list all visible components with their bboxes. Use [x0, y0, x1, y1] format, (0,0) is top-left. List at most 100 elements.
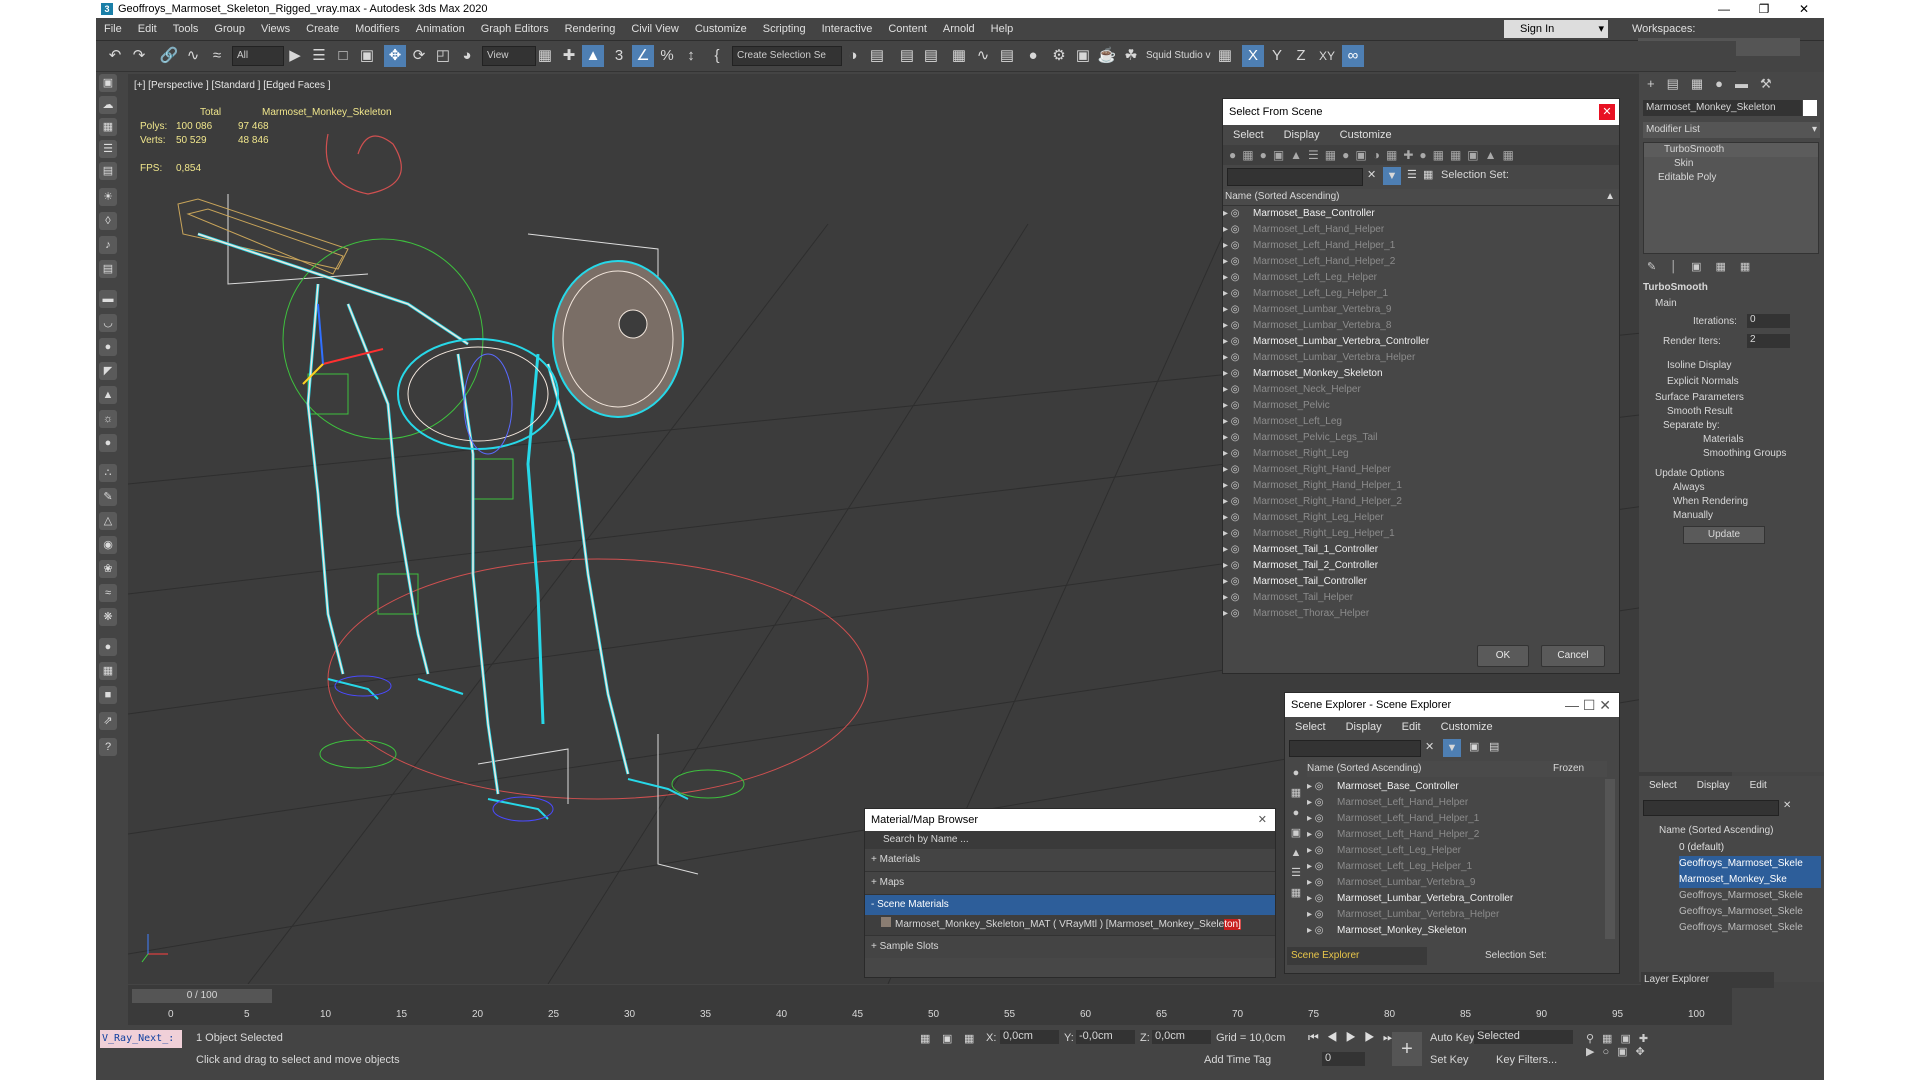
se-object-row[interactable]: ▸ ◎ Marmoset_Left_Hand_Helper — [1307, 795, 1597, 811]
mirror-icon[interactable]: ◑ — [842, 45, 864, 67]
sfs-object-row[interactable]: ▸ ◎ Marmoset_Right_Hand_Helper_2 — [1223, 494, 1619, 510]
visibility-icon[interactable]: ▸ ◎ — [1307, 843, 1337, 859]
sfs-object-row[interactable]: ▸ ◎ Marmoset_Pelvic_Legs_Tail — [1223, 430, 1619, 446]
visibility-icon[interactable]: ▸ ◎ — [1223, 590, 1253, 606]
object-color-swatch[interactable] — [1803, 100, 1817, 116]
scene-materials-section[interactable]: - Scene Materials — [865, 895, 1275, 915]
menu-customize[interactable]: Customize — [687, 18, 755, 40]
modifier-list-dropdown[interactable]: Modifier List ▾ — [1643, 122, 1820, 138]
layer-row[interactable]: 0 (default) — [1679, 840, 1821, 856]
sky-icon[interactable]: ● — [99, 434, 117, 452]
table-icon[interactable]: ▤ — [99, 162, 117, 180]
toggle-ribbon-icon[interactable]: ▦ — [948, 45, 970, 67]
dome-icon[interactable]: ◤ — [99, 362, 117, 380]
visibility-icon[interactable]: ▸ ◎ — [1223, 382, 1253, 398]
sfs-object-row[interactable]: ▸ ◎ Marmoset_Lumbar_Vertebra_Controller — [1223, 334, 1619, 350]
keyboard-shortcut-override-icon[interactable]: ▲ — [582, 45, 604, 67]
filter-icons-row[interactable]: ●▦●▣▲☰▦●▣◑▦✚●▦▦▣▲▦ — [1223, 145, 1619, 165]
material-search-input[interactable]: Search by Name ... — [865, 831, 1275, 849]
visibility-icon[interactable]: ▸ ◎ — [1307, 827, 1337, 843]
sfs-object-row[interactable]: ▸ ◎ Marmoset_Tail_1_Controller — [1223, 542, 1619, 558]
visibility-icon[interactable]: ▸ ◎ — [1307, 859, 1337, 875]
close-icon[interactable]: ✕ — [1784, 0, 1824, 18]
visibility-icon[interactable]: ▸ ◎ — [1223, 510, 1253, 526]
ts-isoline-checkbox[interactable]: Isoline Display — [1643, 360, 1817, 376]
le-search-input[interactable] — [1643, 800, 1779, 816]
visibility-icon[interactable]: ▸ ◎ — [1223, 414, 1253, 430]
squid-studio-label[interactable]: Squid Studio v — [1146, 50, 1211, 61]
command-panel-tabs[interactable]: +▤▦●▬⚒ — [1639, 72, 1824, 96]
ts-iterations-spinner[interactable]: 0 — [1747, 314, 1790, 328]
ts-render-iters-label[interactable]: Render Iters: — [1663, 336, 1721, 347]
proxy-icon[interactable]: ▦ — [99, 662, 117, 680]
film-icon[interactable]: ▤ — [99, 260, 117, 278]
align-icon[interactable]: ▤ — [866, 45, 888, 67]
ok-button[interactable]: OK — [1477, 645, 1529, 667]
menu-content[interactable]: Content — [880, 18, 935, 40]
cone-icon[interactable]: ▲ — [99, 386, 117, 404]
sfs-object-row[interactable]: ▸ ◎ Marmoset_Right_Leg — [1223, 446, 1619, 462]
select-scale-icon[interactable]: ◰ — [432, 45, 454, 67]
angle-snap-icon[interactable]: ∠ — [632, 45, 654, 67]
squid-icon[interactable]: ☘ — [1120, 45, 1142, 67]
material-entry[interactable]: Marmoset_Monkey_Skeleton_MAT ( VRayMtl )… — [865, 915, 1275, 935]
window-controls-icon[interactable]: — ☐ ✕ — [1565, 693, 1611, 717]
close-icon[interactable]: ✕ — [1258, 809, 1267, 831]
menu-graph-editors[interactable]: Graph Editors — [473, 18, 557, 40]
sfs-menu-customize[interactable]: Customize — [1330, 129, 1402, 141]
visibility-icon[interactable]: ▸ ◎ — [1307, 923, 1337, 939]
visibility-icon[interactable]: ▸ ◎ — [1223, 526, 1253, 542]
hierarchy-icon[interactable]: ▤ — [1489, 740, 1499, 753]
sfs-object-row[interactable]: ▸ ◎ Marmoset_Left_Leg_Helper_1 — [1223, 286, 1619, 302]
ts-always-radio[interactable]: Always — [1643, 482, 1817, 496]
select-rotate-icon[interactable]: ⟳ — [408, 45, 430, 67]
timeline[interactable]: 0 / 100 0 5 10 15 20 25 30 35 40 45 50 55 60 65 70 75 80… — [128, 985, 1732, 1025]
hemisphere-icon[interactable]: ◡ — [99, 314, 117, 332]
sfs-object-row[interactable]: ▸ ◎ Marmoset_Thorax_Helper — [1223, 606, 1619, 620]
visibility-icon[interactable]: ▸ ◎ — [1223, 398, 1253, 414]
z-coord-field[interactable]: 0,0cm — [1152, 1030, 1211, 1044]
isolate-icon[interactable]: ▦ — [920, 1032, 930, 1045]
select-place-icon[interactable]: ◕ — [456, 45, 478, 67]
clear-search-icon[interactable]: ✕ — [1425, 740, 1434, 753]
menu-file[interactable]: File — [96, 18, 130, 40]
sfs-search-input[interactable] — [1227, 168, 1363, 186]
menu-rendering[interactable]: Rendering — [557, 18, 624, 40]
visibility-icon[interactable]: ▸ ◎ — [1223, 606, 1253, 620]
sfs-object-row[interactable]: ▸ ◎ Marmoset_Left_Leg_Helper — [1223, 270, 1619, 286]
sfs-menu-display[interactable]: Display — [1274, 129, 1330, 141]
toggle-layer-explorer-icon[interactable]: ▤ — [920, 45, 942, 67]
axis-x-button[interactable]: X — [1242, 45, 1264, 67]
sun-icon[interactable]: ☼ — [99, 410, 117, 428]
sfs-menu-select[interactable]: Select — [1223, 129, 1274, 141]
visibility-icon[interactable]: ▸ ◎ — [1307, 907, 1337, 923]
se-scrollbar[interactable] — [1605, 779, 1615, 939]
timeline-ruler[interactable]: 0 5 10 15 20 25 30 35 40 45 50 55 60 65 70 75 80 85 90 95 10… — [168, 1005, 1718, 1025]
visibility-icon[interactable]: ▸ ◎ — [1223, 446, 1253, 462]
schematic-view-icon[interactable]: ▤ — [996, 45, 1018, 67]
percent-snap-icon[interactable]: % — [656, 45, 678, 67]
se-menu-customize[interactable]: Customize — [1431, 721, 1503, 733]
cloud-icon[interactable]: ☁ — [99, 96, 117, 114]
clear-search-icon[interactable]: ✕ — [1367, 168, 1376, 181]
render-production-icon[interactable]: ☕ — [1096, 45, 1118, 67]
rect-selection-icon[interactable]: □ — [332, 45, 354, 67]
se-object-row[interactable]: ▸ ◎ Marmoset_Left_Leg_Helper_1 — [1307, 859, 1597, 875]
bind-space-warp-icon[interactable]: ≈ — [206, 45, 228, 67]
brush-icon[interactable]: ✎ — [99, 488, 117, 506]
curve-editor-icon[interactable]: ∿ — [972, 45, 994, 67]
sfs-object-row[interactable]: ▸ ◎ Marmoset_Pelvic — [1223, 398, 1619, 414]
visibility-icon[interactable]: ▸ ◎ — [1307, 795, 1337, 811]
current-frame-spinner[interactable]: 0 — [1322, 1052, 1365, 1066]
visibility-icon[interactable]: ▸ ◎ — [1307, 811, 1337, 827]
particles-icon[interactable]: ∴ — [99, 464, 117, 482]
sfs-object-row[interactable]: ▸ ◎ Marmoset_Tail_Controller — [1223, 574, 1619, 590]
hair-icon[interactable]: ≈ — [99, 584, 117, 602]
undo-icon[interactable]: ↶ — [104, 45, 126, 67]
visibility-icon[interactable]: ▸ ◎ — [1223, 222, 1253, 238]
menu-help[interactable]: Help — [983, 18, 1022, 40]
visibility-icon[interactable]: ▸ ◎ — [1307, 891, 1337, 907]
visibility-icon[interactable]: ▸ ◎ — [1223, 366, 1253, 382]
maxscript-listener[interactable]: V_Ray_Next_: — [100, 1030, 182, 1048]
visibility-icon[interactable]: ▸ ◎ — [1223, 430, 1253, 446]
